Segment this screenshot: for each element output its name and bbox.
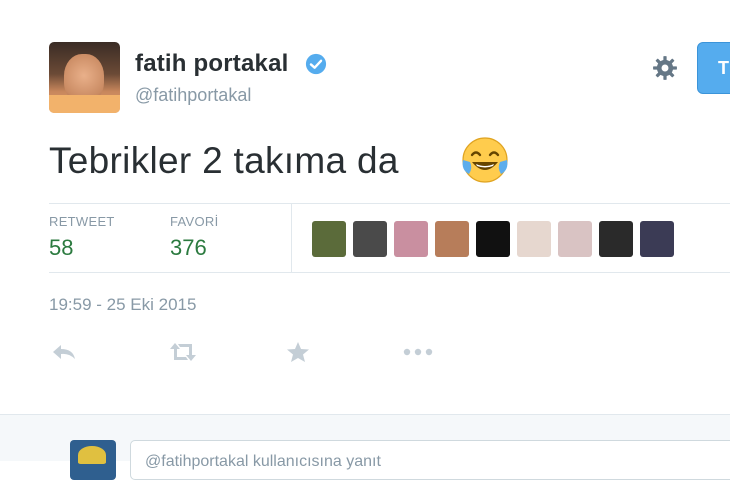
favorite-icon <box>287 342 309 362</box>
gear-icon[interactable] <box>652 55 678 81</box>
favoriter-avatar[interactable] <box>353 221 387 257</box>
favorites-count[interactable]: 376 <box>170 235 207 261</box>
favoriter-avatar[interactable] <box>476 221 510 257</box>
verified-badge-icon <box>305 53 327 75</box>
tweet-text: Tebrikler 2 takıma da <box>49 140 399 181</box>
favorites-label[interactable]: FAVORİ <box>170 214 219 229</box>
tweet-timestamp[interactable]: 19:59 - 25 Eki 2015 <box>49 295 196 315</box>
follow-button-label: T <box>718 57 729 78</box>
stats-vertical-divider <box>291 203 292 273</box>
retweet-icon <box>170 343 196 361</box>
reply-button[interactable] <box>49 340 79 364</box>
stats-top-divider <box>49 203 730 204</box>
favorite-button[interactable] <box>283 340 313 364</box>
face-with-tears-of-joy-icon <box>462 137 508 183</box>
retweets-count[interactable]: 58 <box>49 235 73 261</box>
follow-button[interactable]: T <box>697 42 730 94</box>
retweets-label[interactable]: RETWEET <box>49 214 115 229</box>
favoriter-avatar[interactable] <box>435 221 469 257</box>
favoriter-avatar[interactable] <box>599 221 633 257</box>
more-icon <box>403 348 433 356</box>
author-avatar[interactable] <box>49 42 120 113</box>
reply-icon <box>53 345 75 359</box>
author-handle[interactable]: @fatihportakal <box>135 85 251 106</box>
more-button[interactable] <box>403 340 433 364</box>
retweet-button[interactable] <box>168 340 198 364</box>
favoriters-avatar-list <box>312 221 674 257</box>
reply-input[interactable]: @fatihportakal kullanıcısına yanıt <box>130 440 730 480</box>
author-name[interactable]: fatih portakal <box>135 50 289 78</box>
favoriter-avatar[interactable] <box>394 221 428 257</box>
favoriter-avatar[interactable] <box>312 221 346 257</box>
stats-bottom-divider <box>49 272 730 273</box>
favoriter-avatar[interactable] <box>517 221 551 257</box>
favoriter-avatar[interactable] <box>640 221 674 257</box>
favoriter-avatar[interactable] <box>558 221 592 257</box>
avatar-shirt <box>49 95 120 113</box>
current-user-avatar[interactable] <box>70 440 116 480</box>
